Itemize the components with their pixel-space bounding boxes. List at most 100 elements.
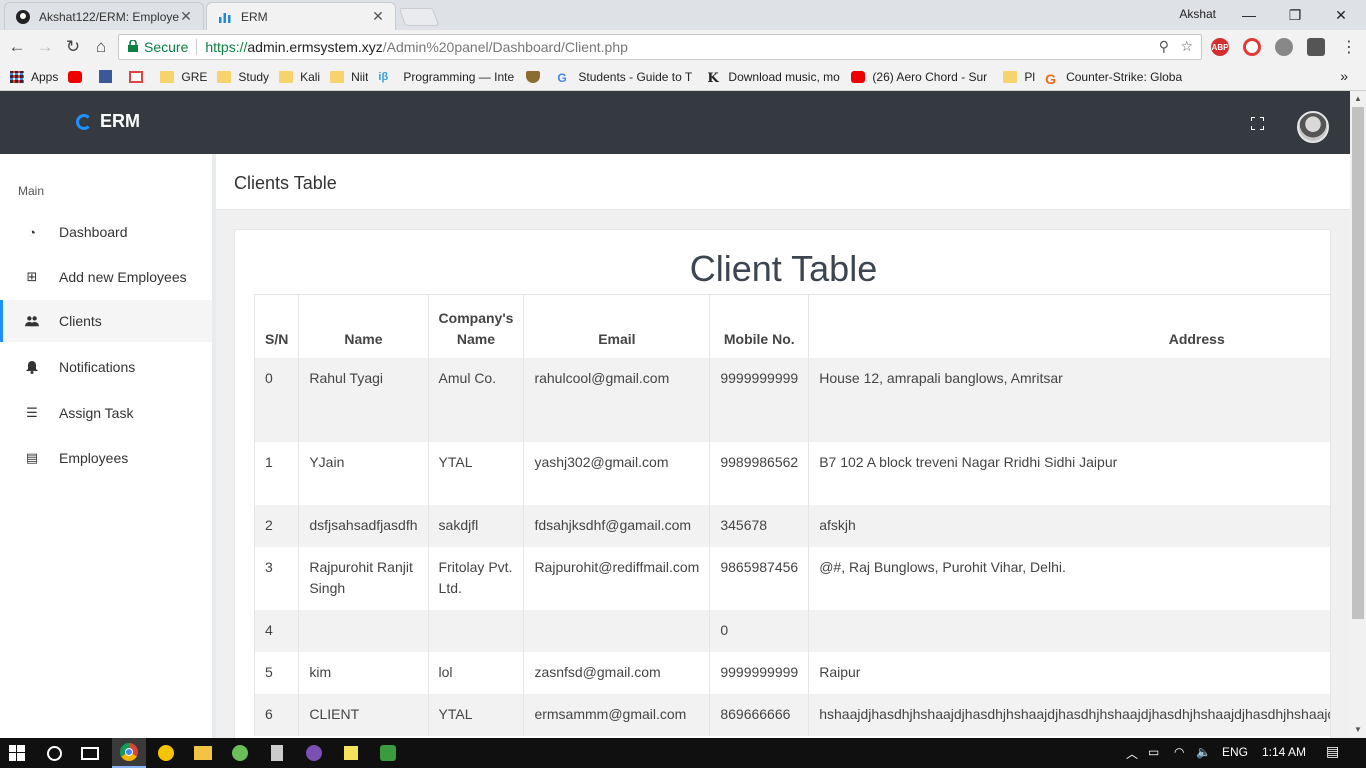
app-header: ERM <box>0 91 1350 154</box>
wifi-icon[interactable]: ◠ <box>1174 745 1184 759</box>
cell-sn: 1 <box>253 441 299 505</box>
url-scheme: https:// <box>205 39 248 55</box>
cell-name: dsfjsahsadfjasdfh <box>298 504 429 547</box>
bookmark-gmail[interactable] <box>129 70 150 83</box>
sticky-notes-icon[interactable] <box>334 738 368 768</box>
bookmark-students[interactable]: G Students - Guide to T <box>557 70 697 84</box>
bell-icon <box>25 360 39 374</box>
forward-arrow-icon[interactable]: → <box>34 36 56 58</box>
chrome-taskbar-icon[interactable] <box>112 738 146 768</box>
divider <box>196 39 198 55</box>
scroll-up-icon[interactable]: ▲ <box>1354 94 1362 103</box>
table-row: 1 YJain YTAL yashj302@gmail.com 99899865… <box>253 441 1330 505</box>
tray-overflow-icon[interactable]: ︿ <box>1126 745 1138 762</box>
app-taskbar-icon[interactable] <box>371 738 405 768</box>
cell-mobile: 9865987456 <box>709 546 809 610</box>
scroll-down-icon[interactable]: ▼ <box>1354 725 1362 734</box>
sidebar-item-add-new-employees[interactable]: ⊞ Add new Employees <box>0 256 212 298</box>
sidebar-item-notifications[interactable]: Notifications <box>0 346 212 388</box>
dashboard-icon: ◔ <box>28 224 36 240</box>
bookmark-star-icon[interactable]: ☆ <box>1180 38 1193 55</box>
bookmark-niit[interactable]: Niit <box>330 70 368 84</box>
lock-icon <box>128 39 138 55</box>
language-indicator[interactable]: ENG <box>1222 745 1248 759</box>
secure-label: Secure <box>144 39 189 55</box>
column-header-email[interactable]: Email <box>523 294 710 358</box>
close-tab-icon[interactable]: ✕ <box>371 8 385 25</box>
bookmark-counter-strike[interactable]: G Counter-Strike: Globa <box>1045 70 1191 84</box>
tab-erm[interactable]: ERM ✕ <box>206 2 396 30</box>
volume-icon[interactable]: 🔈 <box>1196 745 1211 759</box>
home-icon[interactable]: ⌂ <box>90 36 112 58</box>
windows-start-icon[interactable] <box>0 738 34 768</box>
g2a-icon: G <box>1045 70 1056 84</box>
bookmark-aero-chord[interactable]: (26) Aero Chord - Sur <box>851 70 993 84</box>
user-avatar[interactable] <box>1297 111 1329 143</box>
app-taskbar-icon[interactable] <box>149 738 183 768</box>
cell-address: B7 102 A block treveni Nagar Rridhi Sidh… <box>808 441 1330 505</box>
bookmark-youtube[interactable] <box>68 70 89 83</box>
action-center-icon[interactable]: ▤ <box>1326 743 1339 760</box>
browser-user-name[interactable]: Akshat <box>1179 7 1216 21</box>
folder-icon <box>160 70 175 83</box>
bookmark-shield[interactable] <box>526 70 547 83</box>
column-header-name[interactable]: Name <box>298 294 429 358</box>
close-window-button[interactable]: ✕ <box>1318 0 1364 30</box>
cell-address: @#, Raj Bunglows, Purohit Vihar, Delhi. <box>808 546 1330 610</box>
bookmark-study[interactable]: Study <box>217 70 269 84</box>
bookmark-download[interactable]: K Download music, mo <box>707 70 841 84</box>
brand-logo[interactable]: ERM <box>76 111 140 132</box>
sidebar-item-label: Notifications <box>59 359 136 375</box>
shield-extension-icon[interactable] <box>1307 38 1325 56</box>
bookmark-pl[interactable]: Pl <box>1003 70 1035 84</box>
id-card-icon: ▤ <box>25 450 39 465</box>
tab-github[interactable]: Akshat122/ERM: Employe ✕ <box>4 2 204 30</box>
app-taskbar-icon[interactable] <box>223 738 257 768</box>
cell-email: Rajpurohit@rediffmail.com <box>523 546 710 610</box>
column-header-address[interactable]: Address <box>808 294 1330 358</box>
cell-address: hshaajdjhasdhjhshaajdjhasdhjhshaajdjhasd… <box>808 693 1330 736</box>
battery-icon[interactable]: ▭ <box>1148 745 1159 759</box>
app-taskbar-icon[interactable] <box>297 738 331 768</box>
reload-icon[interactable]: ↻ <box>62 36 84 58</box>
sidebar-item-employees[interactable]: ▤ Employees <box>0 437 212 479</box>
task-view-icon[interactable] <box>73 738 107 768</box>
wrench-extension-icon[interactable] <box>1275 38 1293 56</box>
cell-email: fdsahjksdhf@gamail.com <box>523 504 710 547</box>
back-arrow-icon[interactable]: ← <box>6 36 28 58</box>
file-explorer-icon[interactable] <box>186 738 220 768</box>
bookmark-facebook[interactable] <box>99 70 119 83</box>
bookmark-kali[interactable]: Kali <box>279 70 320 84</box>
bookmark-programming[interactable]: iβ Programming — Inte <box>378 70 516 84</box>
sidebar-item-label: Assign Task <box>59 405 134 421</box>
fullscreen-icon[interactable] <box>1251 117 1264 130</box>
column-header-company[interactable]: Company's Name <box>427 294 524 358</box>
clock-time[interactable]: 1:14 AM <box>1262 745 1306 759</box>
cell-sn: 4 <box>253 609 299 652</box>
abp-extension-icon[interactable]: ABP <box>1211 38 1229 56</box>
cell-name: Rajpurohit Ranjit Singh <box>298 546 429 610</box>
table-row: 6 CLIENT YTAL ermsammm@gmail.com 8696666… <box>253 693 1330 736</box>
minimize-button[interactable]: — <box>1226 0 1272 30</box>
calculator-icon[interactable] <box>260 738 294 768</box>
restore-button[interactable]: ❐ <box>1272 0 1318 30</box>
menu-dots-icon[interactable]: ⋮ <box>1338 36 1360 58</box>
cortana-circle-icon[interactable] <box>37 738 71 768</box>
sidebar-item-clients[interactable]: Clients <box>0 300 212 342</box>
column-header-sn[interactable]: S/N <box>253 294 299 358</box>
bookmarks-overflow-icon[interactable]: » <box>1340 68 1348 84</box>
bookmark-gre[interactable]: GRE <box>160 70 207 84</box>
sidebar-item-dashboard[interactable]: ◔ Dashboard <box>0 211 212 253</box>
new-tab-button[interactable] <box>398 8 440 26</box>
column-header-mobile[interactable]: Mobile No. <box>709 294 809 358</box>
ib-icon: iβ <box>378 70 389 83</box>
opera-extension-icon[interactable] <box>1243 38 1261 56</box>
address-bar[interactable]: Secure https:// admin.ermsystem.xyz /Adm… <box>118 34 1202 60</box>
scrollbar-thumb[interactable] <box>1352 107 1364 619</box>
bookmark-apps[interactable]: Apps <box>10 70 58 84</box>
sidebar-item-assign-task[interactable]: ☰ Assign Task <box>0 392 212 434</box>
card-title: Client Table <box>689 248 878 289</box>
page-scrollbar[interactable]: ▲ ▼ <box>1350 91 1366 738</box>
close-tab-icon[interactable]: ✕ <box>179 8 193 25</box>
zoom-search-icon[interactable]: ⚲ <box>1159 38 1169 55</box>
